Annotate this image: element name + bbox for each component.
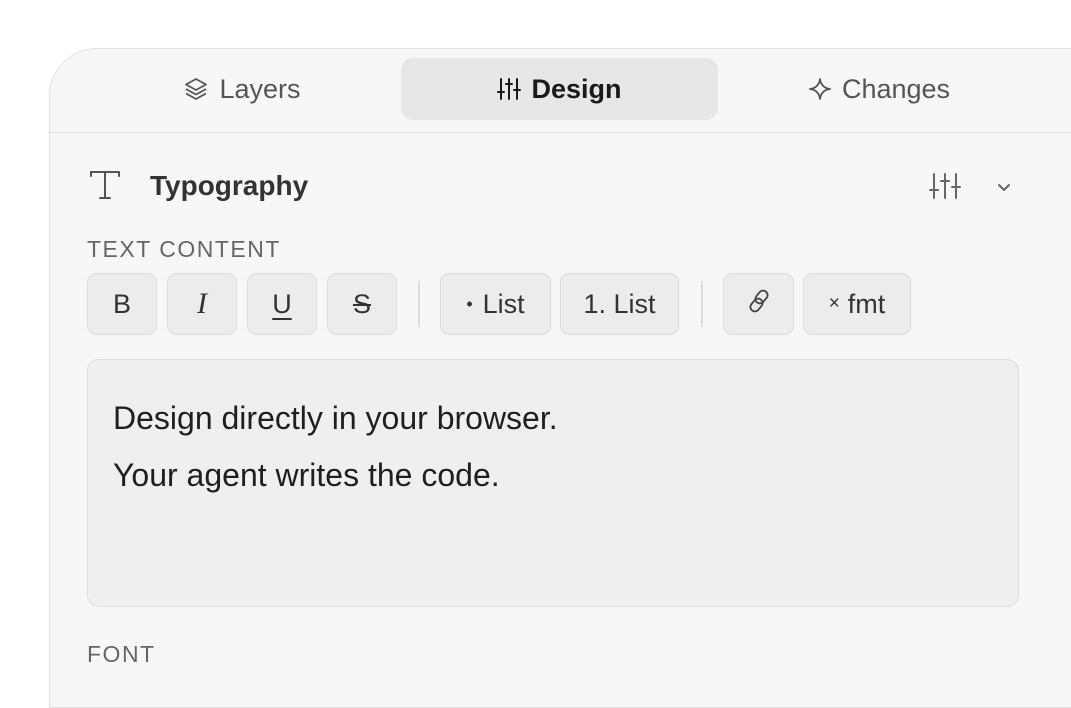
- typography-section-header: Typography: [88, 167, 1028, 207]
- tab-changes-label: Changes: [841, 73, 951, 104]
- link-icon: [744, 286, 774, 323]
- underline-button[interactable]: U: [247, 273, 317, 335]
- clear-format-label: fmt: [847, 288, 886, 319]
- layers-icon: [183, 76, 209, 102]
- bullet-icon: •: [466, 293, 473, 314]
- toolbar-divider: [418, 281, 420, 327]
- tab-design-label: Design: [531, 73, 622, 104]
- italic-button[interactable]: I: [167, 273, 237, 335]
- design-panel: Layers Design Changes Typography TEXT CO…: [49, 48, 1071, 708]
- tab-layers[interactable]: Layers: [90, 58, 394, 120]
- toolbar-divider: [701, 281, 703, 327]
- bold-button[interactable]: B: [87, 273, 157, 335]
- underline-label: U: [272, 288, 292, 319]
- strikethrough-label: S: [352, 288, 371, 319]
- bold-label: B: [112, 288, 131, 319]
- text-content-editor[interactable]: Design directly in your browser. Your ag…: [87, 359, 1019, 607]
- panel-tabs: Layers Design Changes: [50, 49, 1071, 133]
- editor-line: Design directly in your browser.: [113, 400, 558, 436]
- numbered-list-label: 1. List: [583, 288, 656, 319]
- font-label: FONT: [87, 641, 156, 667]
- sliders-icon: [497, 76, 522, 102]
- sparkle-icon: [808, 77, 832, 101]
- bullet-list-label: List: [482, 288, 525, 319]
- italic-label: I: [197, 287, 207, 320]
- chevron-down-icon[interactable]: [996, 181, 1012, 199]
- link-button[interactable]: [723, 273, 794, 335]
- section-title: Typography: [150, 170, 309, 201]
- numbered-list-button[interactable]: 1. List: [560, 273, 679, 335]
- clear-x-icon: ×: [828, 293, 840, 314]
- clear-format-button[interactable]: × fmt: [803, 273, 911, 335]
- type-icon: [88, 167, 122, 206]
- sliders-icon[interactable]: [928, 171, 962, 206]
- strikethrough-button[interactable]: S: [327, 273, 397, 335]
- editor-line: Your agent writes the code.: [113, 457, 500, 493]
- tab-layers-label: Layers: [219, 73, 301, 104]
- tab-design[interactable]: Design: [401, 58, 718, 120]
- tab-changes[interactable]: Changes: [726, 58, 1032, 120]
- bullet-list-button[interactable]: • List: [440, 273, 551, 335]
- text-content-label: TEXT CONTENT: [87, 236, 281, 262]
